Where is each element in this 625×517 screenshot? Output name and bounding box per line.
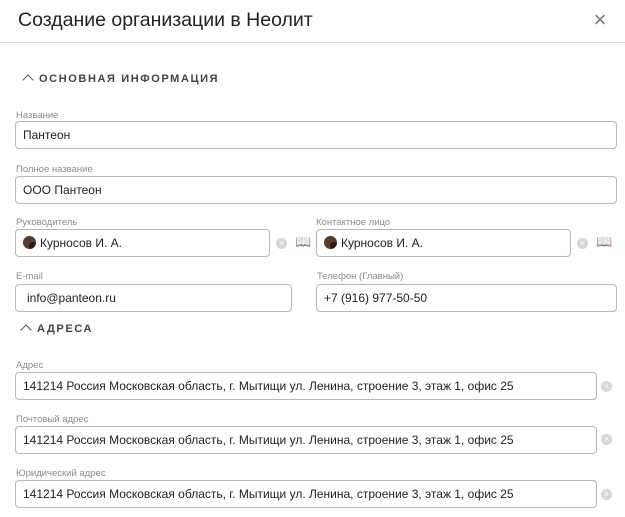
close-icon[interactable]: × [590,8,610,32]
dialog-title: Создание организации в Неолит [18,9,313,31]
book-icon[interactable]: 📖 [295,234,311,250]
avatar [324,236,337,250]
header-divider [0,42,625,43]
book-icon[interactable]: 📖 [596,234,612,250]
clear-icon[interactable]: × [276,238,287,249]
legal-address-label: Юридический адрес [16,468,106,479]
full-name-label: Полное название [16,164,93,175]
section-basic-info-label: ОСНОВНАЯ ИНФОРМАЦИЯ [39,73,220,85]
address-input[interactable]: 141214 Россия Московская область, г. Мыт… [15,372,597,400]
chevron-up-icon [22,74,34,86]
contact-value: Курносов И. А. [341,236,423,250]
postal-address-label: Почтовый адрес [16,414,89,425]
clear-icon[interactable]: × [601,381,612,392]
section-addresses[interactable]: АДРЕСА [20,323,94,336]
clear-icon[interactable]: × [601,489,612,500]
contact-input[interactable]: Курносов И. А. [316,229,571,257]
contact-label: Контактное лицо [316,217,391,228]
head-label: Руководитель [16,217,78,228]
section-basic-info[interactable]: ОСНОВНАЯ ИНФОРМАЦИЯ [22,73,220,86]
head-input[interactable]: Курносов И. А. [15,229,270,257]
legal-address-input[interactable]: 141214 Россия Московская область, г. Мыт… [15,480,597,508]
clear-icon[interactable]: × [577,238,588,249]
section-addresses-label: АДРЕСА [37,323,94,335]
avatar [23,236,36,250]
chevron-up-icon [20,324,32,336]
head-value: Курносов И. А. [40,236,122,250]
name-input[interactable]: Пантеон [15,121,617,149]
address-label: Адрес [16,360,44,371]
phone-label: Телефон (Главный) [317,271,404,282]
email-field[interactable]: info@panteon.ru [15,284,292,312]
name-label: Название [16,110,59,121]
postal-address-input[interactable]: 141214 Россия Московская область, г. Мыт… [15,426,597,454]
email-label: E-mail [16,271,43,282]
full-name-input[interactable]: ООО Пантеон [15,176,617,204]
phone-field[interactable]: +7 (916) 977-50-50 [316,284,617,312]
clear-icon[interactable]: × [601,434,612,445]
